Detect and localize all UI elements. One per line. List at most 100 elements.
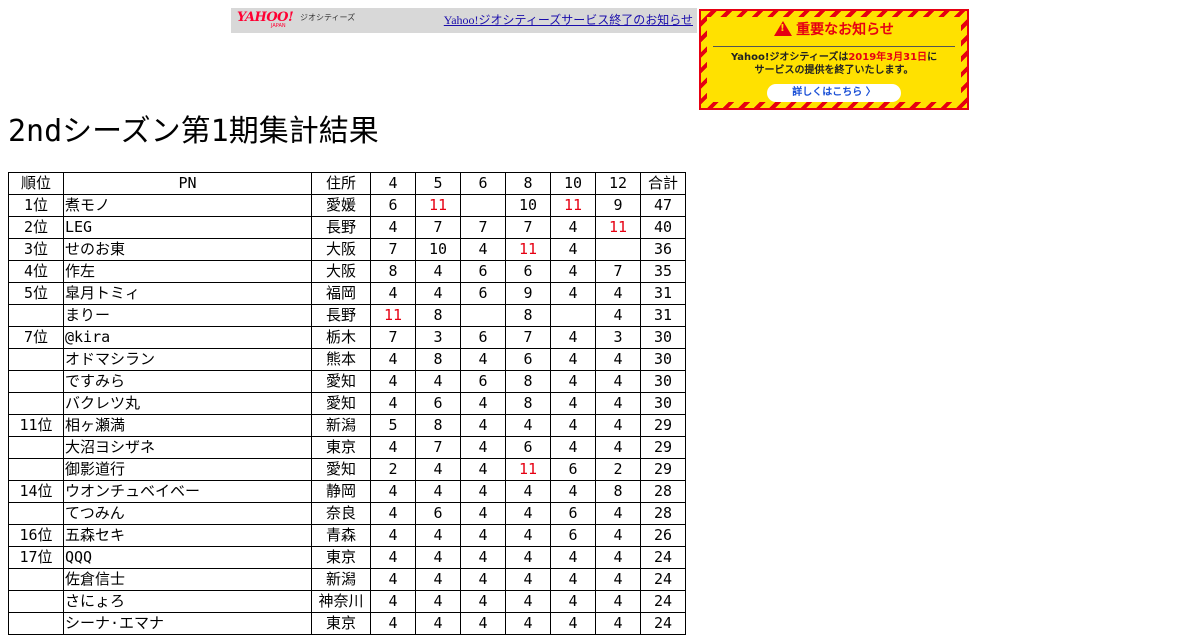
cell-total: 30: [640, 392, 686, 415]
cell-round-6: 4: [460, 238, 506, 261]
cell-round-10: 6: [550, 502, 596, 525]
cell-round-10: 4: [550, 326, 596, 349]
notice-body: Yahoo!ジオシティーズは2019年3月31日に サービスの提供を終了いたしま…: [707, 51, 961, 77]
cell-round-6: 7: [460, 216, 506, 239]
header-address: 住所: [311, 172, 371, 195]
cell-address: 奈良: [311, 502, 371, 525]
cell-total: 24: [640, 546, 686, 569]
cell-pn: 大沼ヨシザネ: [63, 436, 312, 459]
cell-pn: 煮モノ: [63, 194, 312, 217]
cell-round-5: 4: [415, 458, 461, 481]
cell-round-4: 4: [370, 502, 416, 525]
cell-round-6: 4: [460, 480, 506, 503]
cell-round-6: 4: [460, 458, 506, 481]
table-row: 17位 QQQ 東京 4 4 4 4 4 4 24: [8, 546, 686, 569]
cell-round-8: 4: [505, 612, 551, 635]
cell-rank: 3位: [8, 238, 64, 261]
header-round-8: 8: [505, 172, 551, 195]
cell-total: 40: [640, 216, 686, 239]
cell-round-10: 4: [550, 546, 596, 569]
cell-address: 東京: [311, 612, 371, 635]
cell-pn: てつみん: [63, 502, 312, 525]
cell-rank: 14位: [8, 480, 64, 503]
cell-total: 24: [640, 612, 686, 635]
cell-total: 30: [640, 348, 686, 371]
cell-round-10: 4: [550, 216, 596, 239]
cell-round-5: 4: [415, 546, 461, 569]
table-row: 5位 皐月トミィ 福岡 4 4 6 9 4 4 31: [8, 282, 686, 305]
cell-pn: ウオンチュベイベー: [63, 480, 312, 503]
cell-round-6: [460, 194, 506, 217]
table-row: 7位 @kira 栃木 7 3 6 7 4 3 30: [8, 326, 686, 349]
cell-round-12: 4: [595, 524, 641, 547]
cell-round-12: 4: [595, 304, 641, 327]
cell-address: 大阪: [311, 260, 371, 283]
cell-round-4: 4: [370, 480, 416, 503]
cell-pn: @kira: [63, 326, 312, 349]
cell-round-8: 6: [505, 260, 551, 283]
cell-round-12: 4: [595, 414, 641, 437]
cell-round-10: 4: [550, 348, 596, 371]
cell-round-5: 8: [415, 304, 461, 327]
important-notice-ad[interactable]: 重要なお知らせ Yahoo!ジオシティーズは2019年3月31日に サービスの提…: [699, 9, 969, 110]
cell-round-5: 8: [415, 348, 461, 371]
cell-rank: 7位: [8, 326, 64, 349]
cell-address: 新潟: [311, 414, 371, 437]
cell-round-5: 4: [415, 524, 461, 547]
cell-round-12: 4: [595, 612, 641, 635]
cell-round-8: 4: [505, 590, 551, 613]
table-row: 御影道行 愛知 2 4 4 11 6 2 29: [8, 458, 686, 481]
notice-line1-c: に: [927, 52, 938, 63]
cell-total: 29: [640, 436, 686, 459]
cell-round-6: 6: [460, 326, 506, 349]
cell-round-4: 4: [370, 568, 416, 591]
cell-round-4: 4: [370, 524, 416, 547]
cell-round-10: 6: [550, 524, 596, 547]
cell-round-5: 4: [415, 590, 461, 613]
table-row: てつみん 奈良 4 6 4 4 6 4 28: [8, 502, 686, 525]
service-end-link[interactable]: Yahoo!ジオシティーズサービス終了のお知らせ: [444, 13, 693, 27]
cell-round-8: 11: [505, 238, 551, 261]
cell-rank: [8, 590, 64, 613]
cell-rank: [8, 370, 64, 393]
cell-rank: [8, 568, 64, 591]
cell-pn: 作左: [63, 260, 312, 283]
cell-round-4: 4: [370, 392, 416, 415]
cell-round-6: 4: [460, 546, 506, 569]
cell-total: 28: [640, 502, 686, 525]
cell-pn: シーナ·エマナ: [63, 612, 312, 635]
notice-divider: [713, 46, 955, 47]
cell-round-12: 11: [595, 216, 641, 239]
cell-pn: 皐月トミィ: [63, 282, 312, 305]
cell-round-8: 4: [505, 480, 551, 503]
cell-round-6: 4: [460, 348, 506, 371]
results-header: 順位 PN 住所 4 5 6 8 10 12 合計: [8, 172, 686, 195]
cell-round-5: 11: [415, 194, 461, 217]
cell-round-12: 4: [595, 282, 641, 305]
cell-rank: 17位: [8, 546, 64, 569]
table-row: 11位 相ヶ瀬満 新潟 5 8 4 4 4 4 29: [8, 414, 686, 437]
cell-round-6: 6: [460, 282, 506, 305]
header-round-5: 5: [415, 172, 461, 195]
details-button[interactable]: 詳しくはこちら 〉: [767, 84, 901, 102]
table-row: 大沼ヨシザネ 東京 4 7 4 6 4 4 29: [8, 436, 686, 459]
cell-total: 30: [640, 326, 686, 349]
cell-round-5: 4: [415, 480, 461, 503]
notice-line1-a: Yahoo!ジオシティーズは: [730, 52, 849, 63]
cell-rank: [8, 458, 64, 481]
table-row: まりー 長野 11 8 8 4 31: [8, 304, 686, 327]
cell-rank: [8, 304, 64, 327]
cell-round-4: 4: [370, 612, 416, 635]
cell-round-8: 6: [505, 436, 551, 459]
cell-round-5: 10: [415, 238, 461, 261]
cell-round-8: 4: [505, 546, 551, 569]
cell-round-12: 2: [595, 458, 641, 481]
cell-round-10: 4: [550, 238, 596, 261]
cell-round-8: 4: [505, 414, 551, 437]
cell-round-6: 6: [460, 260, 506, 283]
cell-rank: 1位: [8, 194, 64, 217]
cell-round-12: 9: [595, 194, 641, 217]
cell-round-5: 8: [415, 414, 461, 437]
cell-round-8: 4: [505, 502, 551, 525]
cell-address: 福岡: [311, 282, 371, 305]
